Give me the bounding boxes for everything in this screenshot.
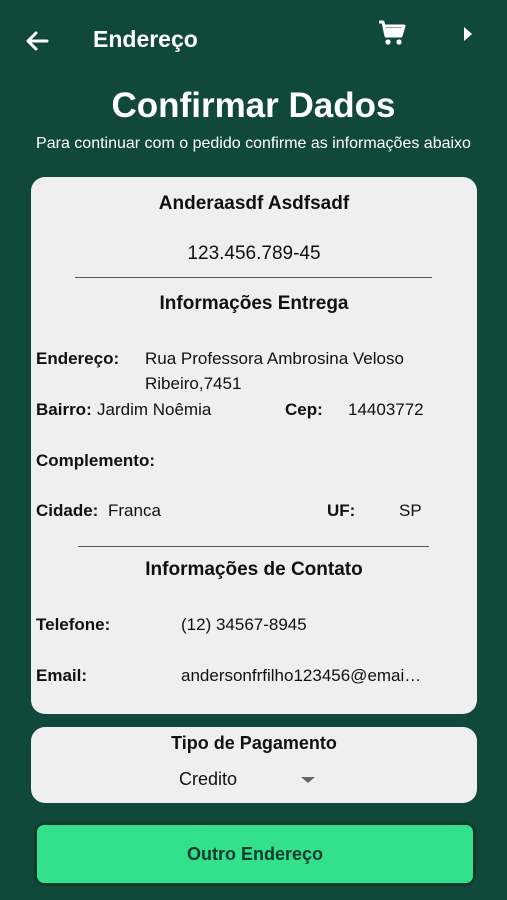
arrow-left-icon[interactable] bbox=[20, 24, 54, 58]
page-title: Confirmar Dados bbox=[111, 86, 396, 125]
delivery-section-title: Informações Entrega bbox=[159, 293, 349, 314]
customer-cpf: 123.456.789-45 bbox=[187, 243, 321, 264]
uf-value: SP bbox=[399, 501, 422, 520]
shopping-cart-icon[interactable] bbox=[377, 18, 407, 48]
data-card: Anderaasdf Asdfsadf 123.456.789-45 Infor… bbox=[31, 177, 477, 714]
email-value: andersonfrfilho123456@emai… bbox=[181, 666, 422, 685]
other-address-button[interactable]: Outro Endereço bbox=[34, 822, 476, 886]
phone-label: Telefone: bbox=[36, 615, 111, 634]
chevron-right-icon[interactable] bbox=[458, 24, 478, 44]
payment-type-select[interactable]: Credito bbox=[179, 769, 329, 795]
divider bbox=[75, 277, 432, 278]
customer-name: Anderaasdf Asdfsadf bbox=[158, 193, 350, 214]
address-line1: Rua Professora Ambrosina Veloso bbox=[145, 349, 404, 368]
caret-down-icon bbox=[301, 777, 315, 783]
divider bbox=[78, 546, 429, 547]
cidade-label: Cidade: bbox=[36, 501, 99, 520]
app-bar-title: Endereço bbox=[93, 26, 198, 52]
email-label: Email: bbox=[36, 666, 88, 685]
payment-card: Tipo de Pagamento Credito bbox=[31, 727, 477, 803]
payment-selected-value: Credito bbox=[179, 769, 238, 789]
bairro-label: Bairro: bbox=[36, 400, 92, 419]
cep-value: 14403772 bbox=[348, 400, 424, 419]
bairro-value: Jardim Noêmia bbox=[97, 400, 212, 419]
payment-title: Tipo de Pagamento bbox=[171, 733, 337, 753]
cep-label: Cep: bbox=[285, 400, 323, 419]
contact-section-title: Informações de Contato bbox=[145, 559, 363, 580]
address-label: Endereço: bbox=[36, 349, 120, 368]
complemento-label: Complemento: bbox=[36, 451, 155, 470]
phone-value: (12) 34567-8945 bbox=[181, 615, 307, 634]
page-subtitle: Para continuar com o pedido confirme as … bbox=[36, 135, 471, 152]
address-line2: Ribeiro,7451 bbox=[145, 374, 242, 393]
app-bar: Endereço bbox=[0, 0, 507, 80]
uf-label: UF: bbox=[327, 501, 356, 520]
cidade-value: Franca bbox=[108, 501, 161, 520]
